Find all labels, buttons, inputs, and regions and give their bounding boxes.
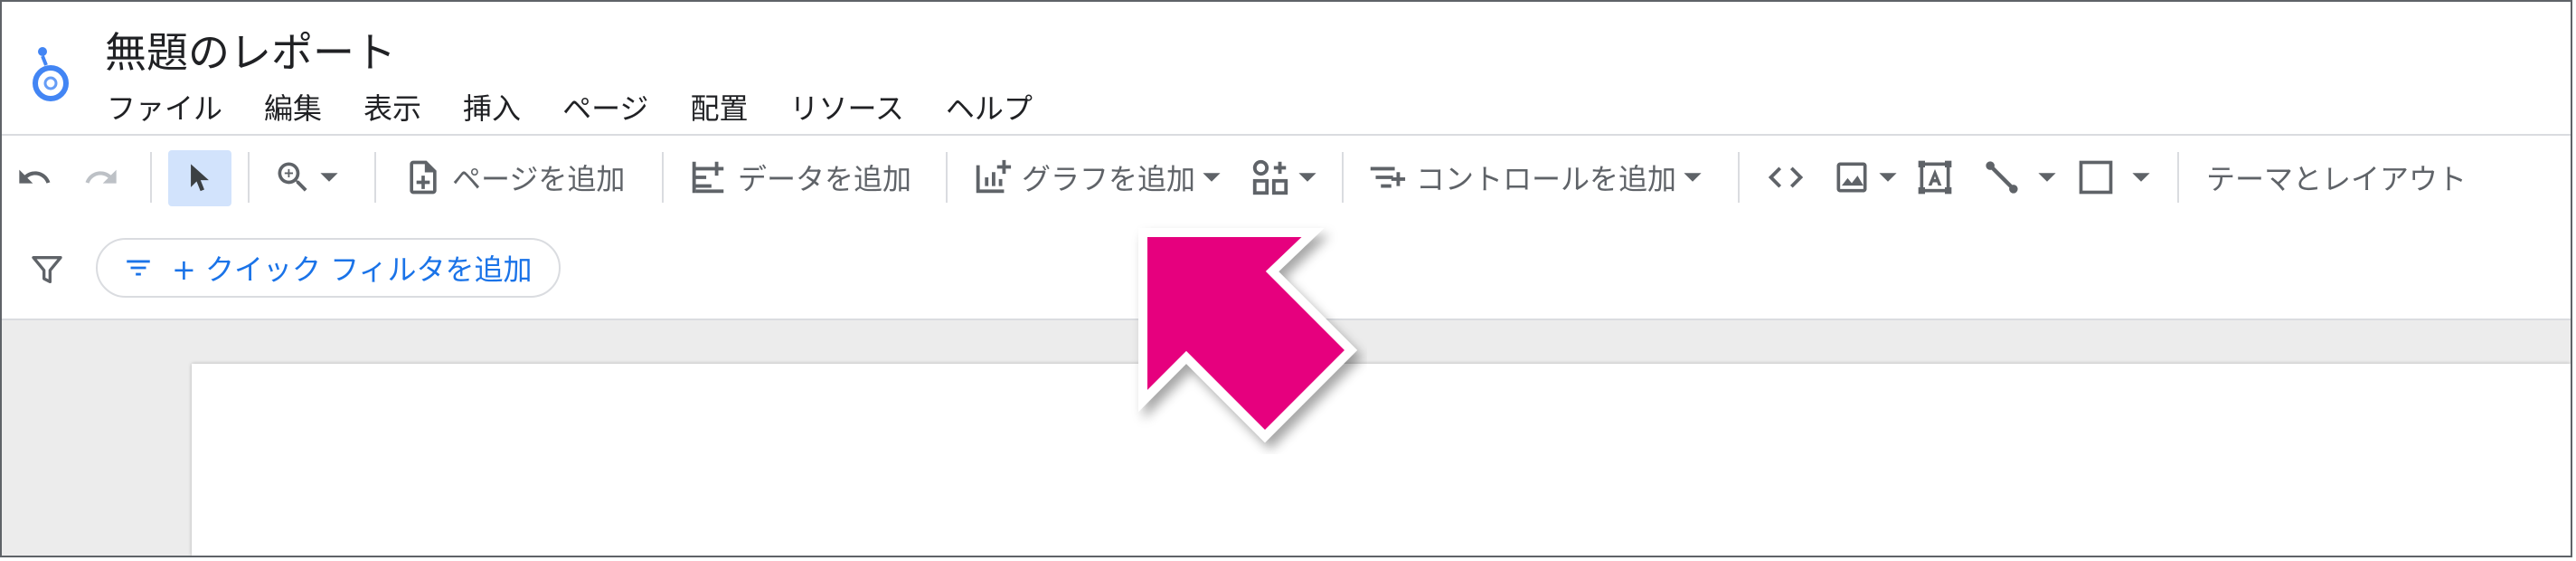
undo-button[interactable] — [16, 136, 52, 219]
add-control-label: コントロールを追加 — [1416, 162, 1677, 196]
pointer-icon — [191, 164, 209, 192]
add-quick-filter-button[interactable]: + クイック フィルタを追加 — [96, 238, 561, 298]
menu-bar: ファイル 編集 表示 挿入 ページ 配置 リソース ヘルプ — [107, 87, 1074, 130]
app-window: 無題のレポート ファイル 編集 表示 挿入 ページ 配置 リソース ヘルプ ペー… — [0, 0, 2572, 557]
report-page[interactable] — [192, 364, 2571, 556]
chevron-down-icon — [1298, 173, 1316, 182]
add-chart-label: グラフを追加 — [1022, 162, 1196, 196]
line-button[interactable] — [1982, 136, 2058, 219]
add-data-icon — [692, 161, 724, 194]
text-button[interactable] — [1915, 136, 1955, 219]
line-icon — [1986, 161, 2018, 194]
redo-icon — [85, 169, 117, 184]
add-page-button[interactable]: ページを追加 — [403, 136, 625, 219]
header: 無題のレポート ファイル 編集 表示 挿入 ページ 配置 リソース ヘルプ — [2, 2, 2571, 134]
filter-control-icon — [1370, 166, 1406, 188]
theme-layout-button[interactable]: テーマとレイアウト — [2197, 136, 2467, 219]
menu-resources[interactable]: リソース — [789, 87, 903, 130]
add-page-icon — [410, 160, 437, 195]
zoom-button[interactable] — [273, 136, 340, 219]
looker-studio-logo-icon — [33, 47, 69, 101]
add-control-button[interactable]: コントロールを追加 — [1365, 136, 1703, 219]
add-page-label: ページを追加 — [452, 162, 626, 196]
rectangle-icon — [2079, 160, 2113, 195]
report-title[interactable]: 無題のレポート — [105, 25, 396, 80]
menu-edit[interactable]: 編集 — [264, 87, 322, 130]
menu-view[interactable]: 表示 — [363, 87, 421, 130]
chevron-down-icon — [1684, 173, 1702, 182]
menu-arrange[interactable]: 配置 — [690, 87, 748, 130]
menu-file[interactable]: ファイル — [107, 87, 222, 130]
zoom-in-icon — [278, 162, 307, 192]
code-icon — [1768, 166, 1804, 188]
add-quick-filter-label: + クイック フィルタを追加 — [172, 252, 533, 287]
shape-button[interactable] — [2076, 136, 2152, 219]
undo-icon — [19, 169, 51, 184]
text-box-icon — [1918, 160, 1952, 195]
image-button[interactable] — [1832, 136, 1899, 219]
filter-list-icon — [127, 260, 150, 276]
community-visualization-icon — [1252, 159, 1288, 195]
chevron-down-icon — [2038, 173, 2056, 182]
image-icon — [1836, 162, 1867, 193]
pointer-arrow-annotation — [1138, 228, 1358, 443]
menu-insert[interactable]: 挿入 — [463, 87, 521, 130]
chevron-down-icon — [1879, 173, 1897, 182]
theme-layout-label: テーマとレイアウト — [2206, 162, 2467, 196]
menu-help[interactable]: ヘルプ — [946, 87, 1033, 130]
chevron-down-icon — [1203, 173, 1221, 182]
redo-button[interactable] — [83, 136, 119, 219]
embed-url-button[interactable] — [1765, 136, 1807, 219]
add-data-button[interactable]: データを追加 — [687, 136, 911, 219]
add-data-label: データを追加 — [738, 162, 912, 196]
select-tool-button[interactable] — [168, 150, 231, 206]
toolbar: ページを追加 データを追加 グラフを追加 コントロールを追加 テーマとレイアウト — [2, 134, 2571, 221]
add-chart-button[interactable]: グラフを追加 — [971, 136, 1222, 219]
chevron-down-icon — [320, 173, 338, 182]
add-chart-icon — [976, 159, 1012, 194]
chevron-down-icon — [2132, 173, 2150, 182]
menu-page[interactable]: ページ — [562, 87, 648, 130]
filter-icon — [32, 256, 62, 283]
add-component-button[interactable] — [1250, 136, 1318, 219]
